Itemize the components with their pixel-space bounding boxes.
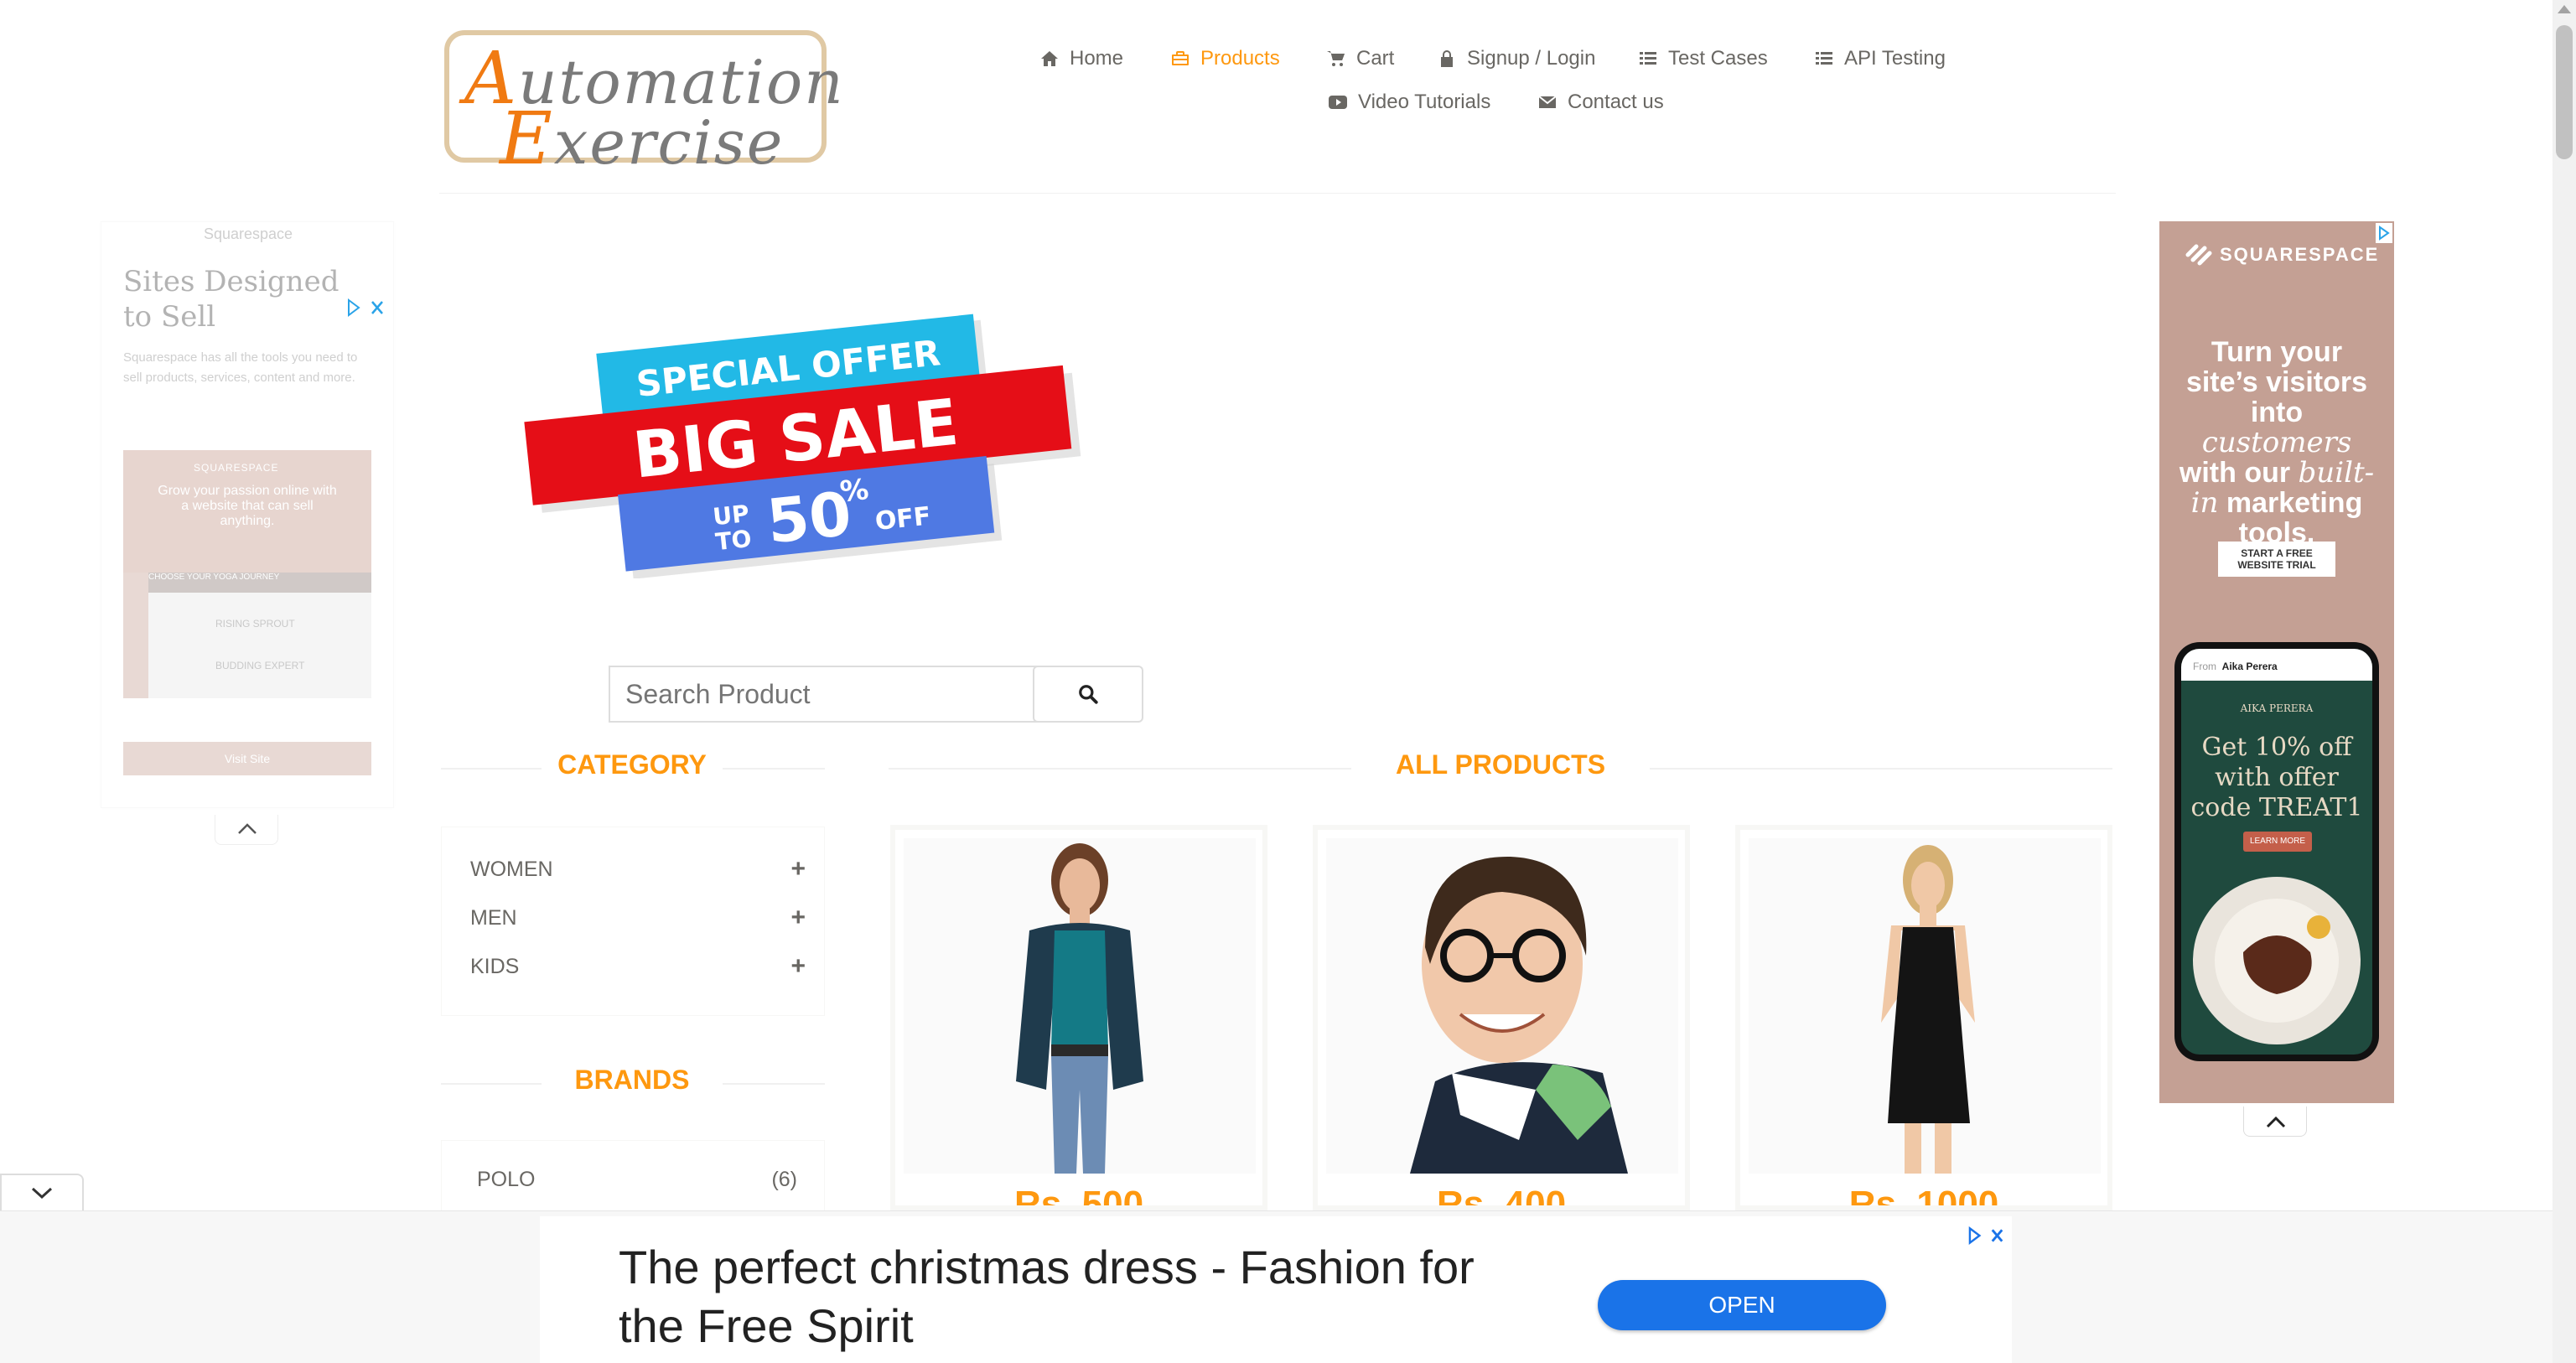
product-price: Rs. 1000 — [1848, 1184, 1999, 1210]
bottom-ad-headline[interactable]: The perfect christmas dress - Fashion fo… — [619, 1238, 1541, 1355]
page-scrollbar[interactable] — [2553, 0, 2576, 1363]
logo-line-2: Exercise — [500, 97, 785, 181]
header-divider — [439, 193, 2116, 194]
search-icon — [1079, 685, 1098, 704]
nav-api-testing[interactable]: API Testing — [1814, 47, 1946, 70]
adchoices-icon[interactable] — [1968, 1226, 2007, 1245]
brand-item-polo[interactable]: POLO (6) — [477, 1168, 797, 1192]
category-item-women[interactable]: WOMEN + — [470, 853, 806, 886]
scroll-up-arrow-icon[interactable] — [2558, 5, 2571, 13]
product-image[interactable] — [1326, 838, 1678, 1174]
ad-description: Squarespace has all the tools you need t… — [123, 350, 358, 385]
phone-sender-name: AIKA PERERA — [2240, 702, 2314, 714]
scroll-thumb[interactable] — [2556, 25, 2573, 159]
site-logo[interactable]: Automation Exercise — [444, 30, 843, 181]
banner-off: OFF — [873, 501, 932, 536]
nav-home[interactable]: Home — [1039, 47, 1123, 70]
list-icon — [1816, 52, 1832, 65]
nav-signup-login[interactable]: Signup / Login — [1437, 47, 1595, 70]
ad-brand-label: Squarespace — [203, 225, 293, 242]
start-trial-button[interactable]: START A FREE WEBSITE TRIAL — [2218, 542, 2335, 577]
phone-food-image — [2193, 877, 2361, 1044]
adchoices-icon[interactable] — [347, 298, 387, 317]
list-icon — [1640, 52, 1656, 65]
nav-test-cases[interactable]: Test Cases — [1638, 47, 1768, 70]
youtube-play-icon — [1329, 96, 1347, 109]
visit-site-button[interactable]: Visit Site — [123, 742, 371, 775]
lock-icon — [1441, 50, 1453, 67]
section-line — [441, 1083, 542, 1085]
nav-video-tutorials[interactable]: Video Tutorials — [1328, 91, 1490, 114]
brands-title: BRANDS — [574, 1065, 690, 1095]
section-line — [889, 768, 1351, 770]
ad-title[interactable]: Sites Designed to Sell — [123, 264, 358, 334]
chevron-down-icon — [31, 1187, 53, 1200]
squarespace-logo-icon — [2185, 244, 2212, 266]
product-image[interactable] — [1749, 838, 2101, 1174]
plus-icon[interactable]: + — [790, 855, 806, 884]
section-line — [723, 768, 825, 770]
search-product-input[interactable] — [609, 666, 1038, 723]
phone-email-header: From Aika Perera — [2181, 649, 2372, 681]
ad-image[interactable]: SQUARESPACE Grow your passion online wit… — [123, 450, 371, 698]
category-panel: WOMEN + MEN + KIDS + — [441, 827, 825, 1016]
nav-cart[interactable]: Cart — [1326, 47, 1394, 70]
open-button[interactable]: OPEN — [1598, 1280, 1886, 1330]
ad-list-item: RISING SPROUT — [215, 618, 295, 630]
brand-count: (6) — [771, 1168, 797, 1191]
ad-list-item: BUDDING EXPERT — [215, 660, 305, 671]
section-line — [723, 1083, 825, 1085]
envelope-icon — [1538, 96, 1557, 108]
plus-icon[interactable]: + — [790, 952, 806, 981]
product-card[interactable]: Rs. 500 — [890, 825, 1267, 1210]
nav-products[interactable]: Products — [1170, 47, 1280, 70]
adchoices-icon[interactable] — [2376, 223, 2392, 243]
bottom-ad-collapse-tab[interactable] — [0, 1174, 84, 1210]
bottom-ad-content[interactable]: The perfect christmas dress - Fashion fo… — [540, 1216, 2012, 1363]
ad-image-hero: SQUARESPACE Grow your passion online wit… — [123, 450, 371, 573]
sale-banner: SPECIAL OFFER BIG SALE UP TO 50 % OFF — [524, 314, 1081, 578]
nav-contact-us[interactable]: Contact us — [1537, 91, 1664, 114]
plus-icon[interactable]: + — [790, 904, 806, 932]
product-price: Rs. 500 — [1013, 1184, 1144, 1210]
ad-headline: Turn your site’s visitors into customers… — [2179, 336, 2375, 549]
home-icon — [1041, 51, 1058, 66]
banner-percent-sign: % — [838, 473, 870, 509]
product-card[interactable]: Rs. 400 — [1313, 825, 1690, 1210]
product-price: Rs. 400 — [1436, 1184, 1567, 1210]
category-item-kids[interactable]: KIDS + — [470, 950, 806, 983]
product-image[interactable] — [904, 838, 1256, 1174]
banner-to: TO — [714, 525, 753, 556]
search-button[interactable] — [1033, 666, 1143, 723]
section-line — [1650, 768, 2112, 770]
phone-offer-text: Get 10% off with offer code TREAT1 — [2190, 733, 2363, 822]
ad-brand-logo: SQUARESPACE — [2185, 243, 2379, 267]
ad-phone-mockup: From Aika Perera AIKA PERERA Get 10% off… — [2174, 642, 2379, 1061]
right-ad-collapse-tab[interactable] — [2243, 1106, 2307, 1137]
chevron-up-icon — [238, 823, 257, 834]
shopping-cart-icon — [1327, 51, 1345, 66]
left-ad-collapse-tab[interactable] — [215, 815, 278, 845]
chevron-up-icon — [2266, 1116, 2286, 1128]
ad-image-list: CHOOSE YOUR YOGA JOURNEY RISING SPROUT B… — [148, 573, 371, 698]
category-title: CATEGORY — [557, 749, 707, 780]
ad-image-text: Grow your passion online with a website … — [158, 484, 337, 528]
category-item-men[interactable]: MEN + — [470, 901, 806, 935]
all-products-title: ALL PRODUCTS — [1395, 749, 1606, 780]
briefcase-icon — [1172, 51, 1189, 65]
ad-list-header: CHOOSE YOUR YOGA JOURNEY — [148, 573, 371, 593]
product-card[interactable]: Rs. 1000 — [1735, 825, 2112, 1210]
ad-image-brand: SQUARESPACE — [194, 462, 279, 474]
section-line — [441, 768, 542, 770]
right-side-ad[interactable]: SQUARESPACE Turn your site’s visitors in… — [2159, 221, 2394, 1103]
phone-learn-more: LEARN MORE — [2243, 832, 2312, 852]
bottom-anchor-ad: The perfect christmas dress - Fashion fo… — [0, 1210, 2553, 1363]
